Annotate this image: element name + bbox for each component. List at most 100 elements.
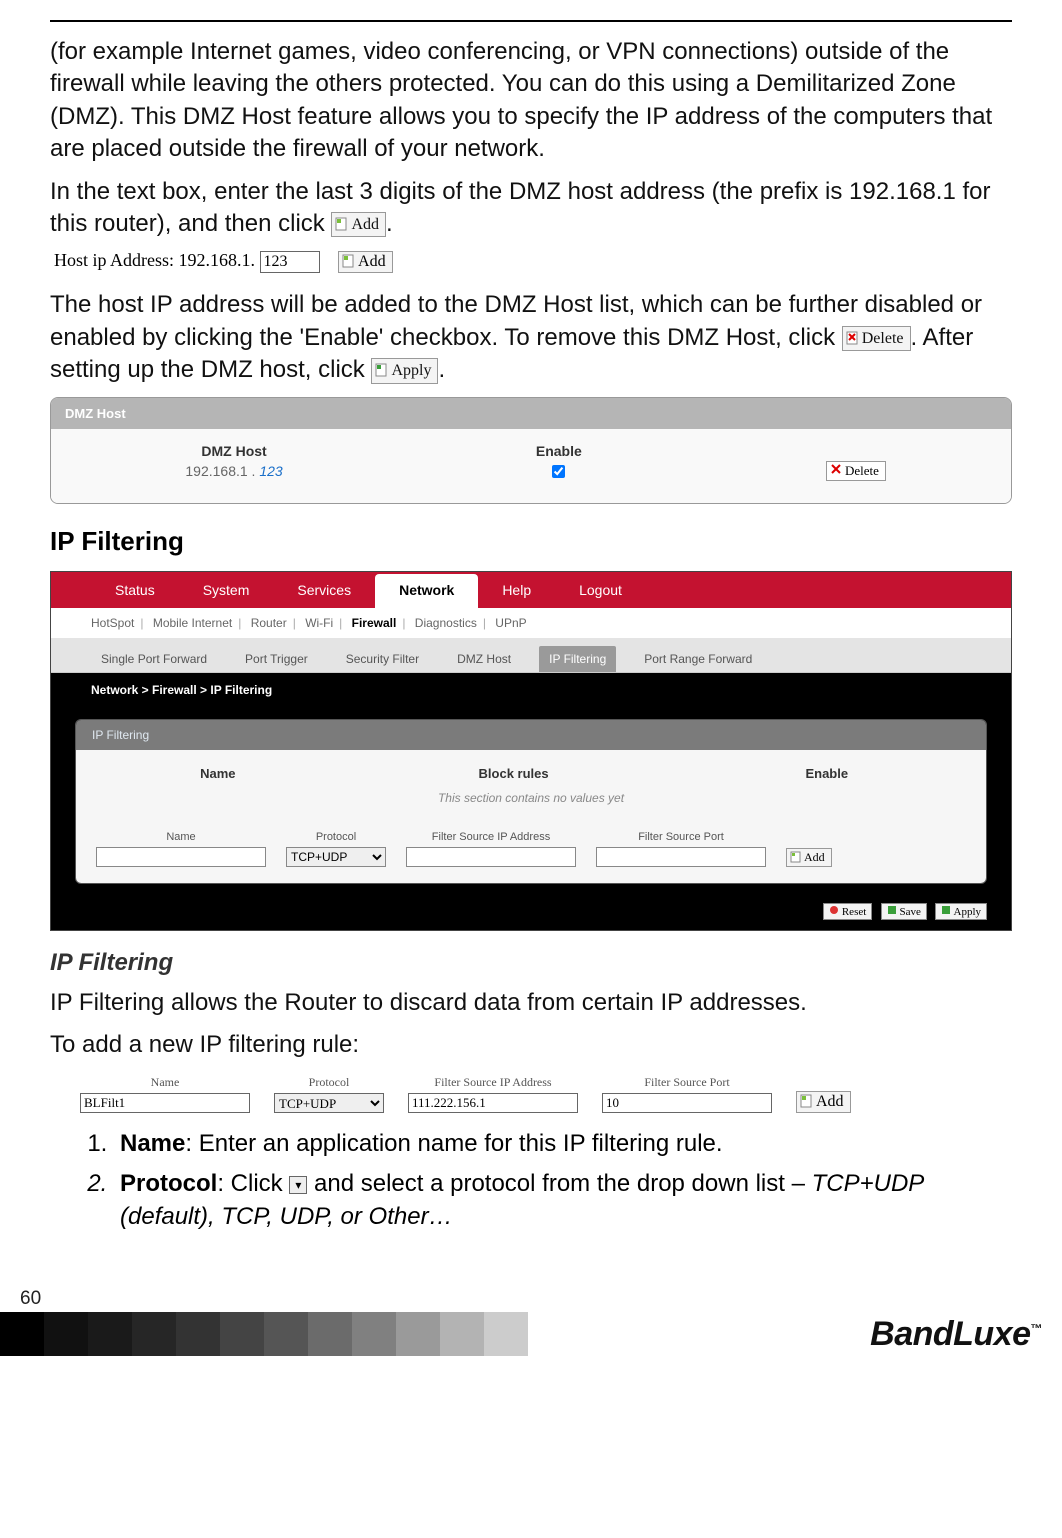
fig-add-button[interactable]: Add (796, 1091, 851, 1113)
tab-network[interactable]: Network (375, 574, 478, 608)
step-2: Protocol: Click ▾ and select a protocol … (114, 1167, 1012, 1234)
fig-src-input[interactable] (408, 1093, 578, 1113)
ipf-name-input[interactable] (96, 847, 266, 867)
delete-button-inline[interactable]: Delete (842, 326, 911, 352)
step-1: Name: Enter an application name for this… (114, 1127, 1012, 1161)
para-3: The host IP address will be added to the… (50, 289, 1012, 386)
intro-para-1: (for example Internet games, video confe… (50, 36, 1012, 166)
subnav-bar: HotSpot| Mobile Internet| Router| Wi-Fi|… (51, 608, 1011, 638)
router-ui-screenshot: Status System Services Network Help Logo… (50, 571, 1012, 931)
fig-port-input[interactable] (602, 1093, 772, 1113)
dmz-panel-title: DMZ Host (51, 398, 1011, 429)
intro-2b: . (386, 210, 393, 237)
para-5: To add a new IP filtering rule: (50, 1029, 1012, 1061)
tab-system[interactable]: System (179, 572, 274, 608)
ipf-col-block: Block rules (340, 766, 688, 781)
dmz-delete-button[interactable]: Delete (826, 461, 886, 481)
tab-help[interactable]: Help (478, 572, 555, 608)
step2a: : Click (217, 1170, 289, 1197)
ipf-empty-text: This section contains no values yet (76, 785, 986, 823)
ipf-src-input[interactable] (406, 847, 576, 867)
dmz-host-panel: DMZ Host DMZ Host 192.168.1 . 123 Enable… (50, 397, 1012, 504)
intro-para-2: In the text box, enter the last 3 digits… (50, 176, 1012, 241)
dropdown-icon[interactable]: ▾ (289, 1176, 307, 1194)
router-apply-button[interactable]: Apply (935, 903, 987, 920)
fwtab-single-port[interactable]: Single Port Forward (91, 646, 217, 672)
fwtab-ip-filtering[interactable]: IP Filtering (539, 646, 616, 672)
ipf-port-input[interactable] (596, 847, 766, 867)
fwtab-dmz-host[interactable]: DMZ Host (447, 646, 521, 672)
footer-squares (0, 1312, 528, 1356)
reset-label: Reset (842, 906, 866, 918)
ipf-add-label: Add (804, 850, 825, 864)
subnav-wifi[interactable]: Wi-Fi (305, 616, 333, 630)
fig-protocol-select[interactable]: TCP+UDP (274, 1093, 384, 1113)
ipf-protocol-select[interactable]: TCP+UDP (286, 847, 386, 867)
trademark: ™ (1031, 1321, 1043, 1335)
subnav-router[interactable]: Router (251, 616, 287, 630)
dmz-ip-suffix-input[interactable] (260, 251, 320, 273)
intro-2a: In the text box, enter the last 3 digits… (50, 178, 991, 237)
fig-name-input[interactable] (80, 1093, 250, 1113)
apply-button-inline[interactable]: Apply (371, 358, 438, 384)
tab-services[interactable]: Services (273, 572, 375, 608)
ipf-form-label-src: Filter Source IP Address (406, 831, 576, 843)
delete-label: Delete (862, 330, 904, 347)
step1-label: Name (120, 1130, 185, 1157)
tab-logout[interactable]: Logout (555, 572, 646, 608)
dmz-ip-prefix: 192.168.1 . (185, 463, 259, 479)
para-4: IP Filtering allows the Router to discar… (50, 987, 1012, 1019)
save-label: Save (900, 906, 921, 918)
step2b: and select a protocol from the drop down… (307, 1170, 811, 1197)
steps-list: Name: Enter an application name for this… (114, 1127, 1012, 1234)
main-tabbar: Status System Services Network Help Logo… (51, 572, 1011, 608)
add-label: Add (351, 216, 379, 233)
apply-label-2: Apply (954, 906, 982, 918)
dmz-del-label: Delete (845, 463, 879, 478)
dmz-col-host-header: DMZ Host (67, 443, 401, 459)
fwtab-security-filter[interactable]: Security Filter (336, 646, 429, 672)
subnav-upnp[interactable]: UPnP (495, 616, 526, 630)
router-reset-button[interactable]: Reset (823, 903, 872, 920)
page-footer: 60 BandLuxe™ (0, 1288, 1062, 1356)
ipf-form-label-port: Filter Source Port (596, 831, 766, 843)
dmz-add-row: Host ip Address: 192.168.1. Add (54, 250, 1012, 273)
subnav-firewall[interactable]: Firewall (352, 616, 397, 630)
subnav-diag[interactable]: Diagnostics (415, 616, 477, 630)
filter-example-figure: Name Protocol TCP+UDP Filter Source IP A… (50, 1071, 1012, 1113)
page-number: 60 (20, 1288, 1062, 1310)
router-save-button[interactable]: Save (881, 903, 927, 920)
dmz-enable-checkbox[interactable] (552, 465, 565, 478)
step1-text: : Enter an application name for this IP … (185, 1130, 722, 1157)
subheading-ip-filtering: IP Filtering (50, 949, 1012, 977)
breadcrumb: Network > Firewall > IP Filtering (51, 673, 1011, 707)
tab-status[interactable]: Status (91, 572, 179, 608)
fig-label-src: Filter Source IP Address (434, 1075, 551, 1090)
fig-label-name: Name (151, 1075, 180, 1090)
fwtab-port-range[interactable]: Port Range Forward (634, 646, 762, 672)
ipf-col-enable: Enable (688, 766, 966, 781)
dmz-add-label-btn: Add (358, 253, 386, 270)
fig-label-protocol: Protocol (309, 1075, 350, 1090)
subnav-hotspot[interactable]: HotSpot (91, 616, 134, 630)
fig-label-port: Filter Source Port (644, 1075, 729, 1090)
apply-label: Apply (391, 362, 431, 379)
brand-text: BandLuxe (870, 1315, 1030, 1353)
brand-logo: BandLuxe™ (870, 1315, 1062, 1354)
subnav-mobile[interactable]: Mobile Internet (153, 616, 232, 630)
ipf-add-button[interactable]: Add (786, 848, 832, 867)
ipf-col-name: Name (96, 766, 340, 781)
dmz-host-value: 192.168.1 . 123 (67, 463, 401, 479)
fig-add-label: Add (816, 1093, 844, 1110)
p3c: . (438, 356, 445, 383)
dmz-add-label: Host ip Address: 192.168.1. (54, 250, 255, 270)
add-button-inline[interactable]: Add (331, 212, 386, 238)
dmz-ip-suffix: 123 (259, 463, 282, 479)
step2-label: Protocol (120, 1170, 217, 1197)
dmz-add-button[interactable]: Add (338, 251, 393, 273)
ipf-form-label-name: Name (96, 831, 266, 843)
heading-ip-filtering: IP Filtering (50, 526, 1012, 557)
fwtab-port-trigger[interactable]: Port Trigger (235, 646, 318, 672)
ipf-panel-title: IP Filtering (76, 720, 986, 750)
firewall-tabs: Single Port Forward Port Trigger Securit… (51, 638, 1011, 673)
